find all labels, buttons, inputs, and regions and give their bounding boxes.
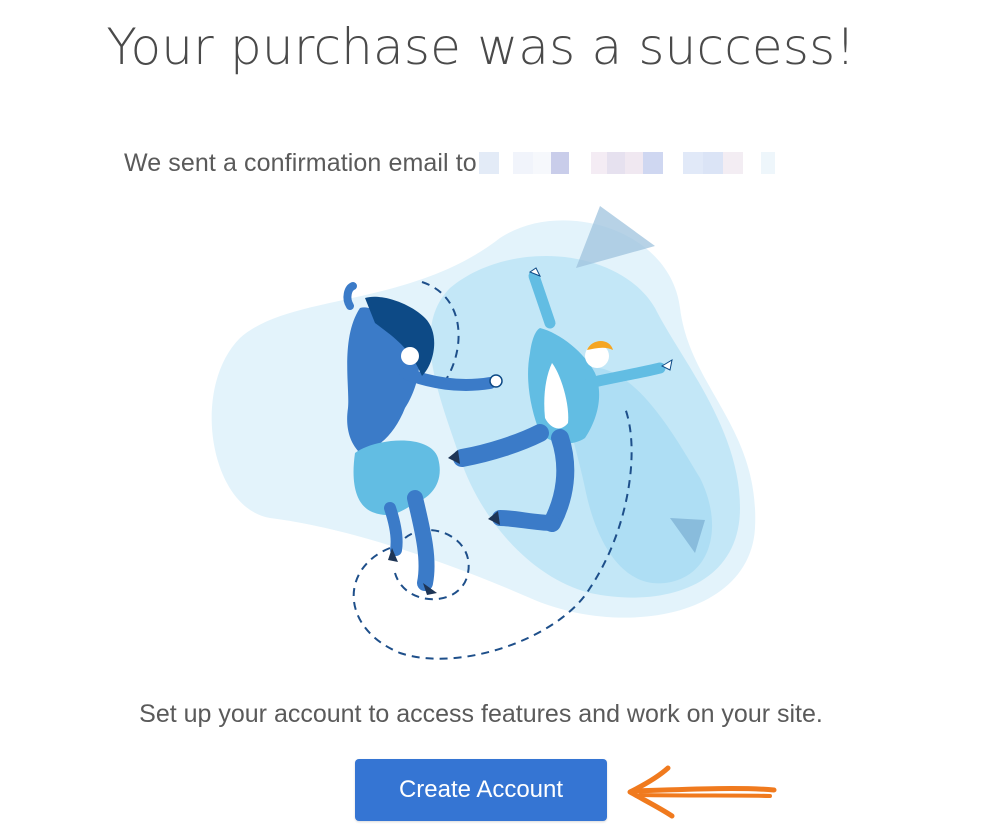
celebration-illustration (211, 206, 756, 660)
redacted-email (478, 151, 775, 175)
setup-message: Set up your account to access features a… (139, 700, 823, 728)
create-account-button[interactable]: Create Account (355, 759, 607, 821)
page-headline: Your purchase was a success! (106, 18, 856, 76)
confirmation-text: We sent a confirmation email to (124, 148, 477, 177)
confirmation-line: We sent a confirmation email to (124, 148, 775, 178)
hand-drawn-arrow-icon (627, 765, 777, 819)
